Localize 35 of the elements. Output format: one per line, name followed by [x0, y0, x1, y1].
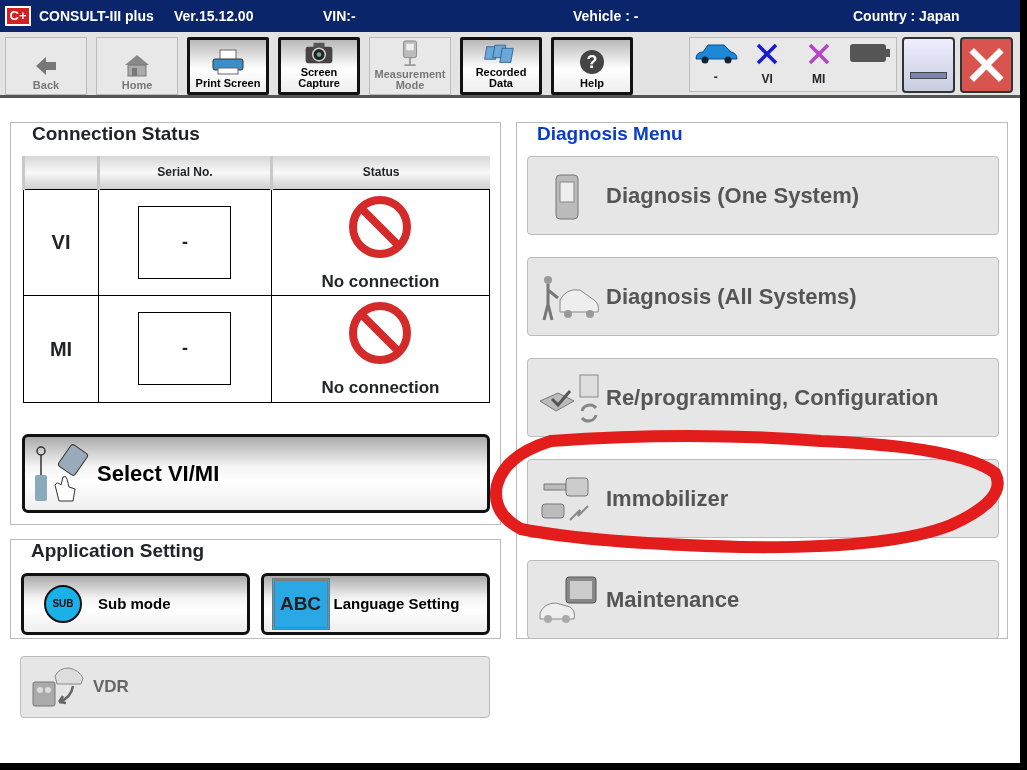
serial-field: -: [138, 205, 232, 279]
settings-button[interactable]: ABC Language Setting: [260, 573, 490, 635]
app-logo: C+: [5, 6, 31, 26]
toolbar-button[interactable]: ? Help: [551, 37, 633, 95]
recorder-car-icon: [29, 664, 85, 710]
toolbar-button[interactable]: Print Screen: [187, 37, 269, 95]
help-icon: ?: [580, 50, 604, 74]
toolbar-button[interactable]: Recorded Data: [460, 37, 542, 95]
indicator-label: VI: [761, 71, 773, 88]
back-arrow-icon: [34, 55, 58, 77]
column-header: Status: [271, 156, 490, 189]
abc-icon: ABC: [271, 578, 330, 630]
country-label: Country : Japan: [853, 6, 960, 26]
indicator-label: MI: [812, 71, 826, 88]
sub-icon: SUB: [44, 585, 82, 623]
close-icon: [968, 45, 1005, 85]
serial-field: -: [138, 312, 232, 386]
status-text: No connection: [320, 377, 441, 399]
select-vi-mi-button[interactable]: Select VI/MI: [22, 433, 490, 513]
toolbar-button[interactable]: Screen Capture: [278, 37, 360, 95]
device-cell: MI: [23, 295, 99, 402]
device-cell: VI: [23, 189, 99, 296]
car-icon: [693, 42, 738, 64]
version-label: Ver.15.12.00: [174, 6, 255, 26]
settings-button[interactable]: SUB Sub mode: [21, 573, 250, 635]
column-header: Serial No.: [98, 156, 272, 189]
indicator-label: -: [713, 69, 718, 86]
status-text: No connection: [320, 270, 441, 293]
app-title: CONSULT-III plus: [39, 6, 155, 26]
vin-label: VIN:-: [323, 6, 357, 26]
battery-icon: [849, 42, 892, 64]
vehicle-label: Vehicle : -: [573, 6, 640, 26]
printer-icon: [211, 49, 245, 75]
minimize-button[interactable]: [902, 37, 955, 93]
close-button[interactable]: [960, 37, 1013, 93]
